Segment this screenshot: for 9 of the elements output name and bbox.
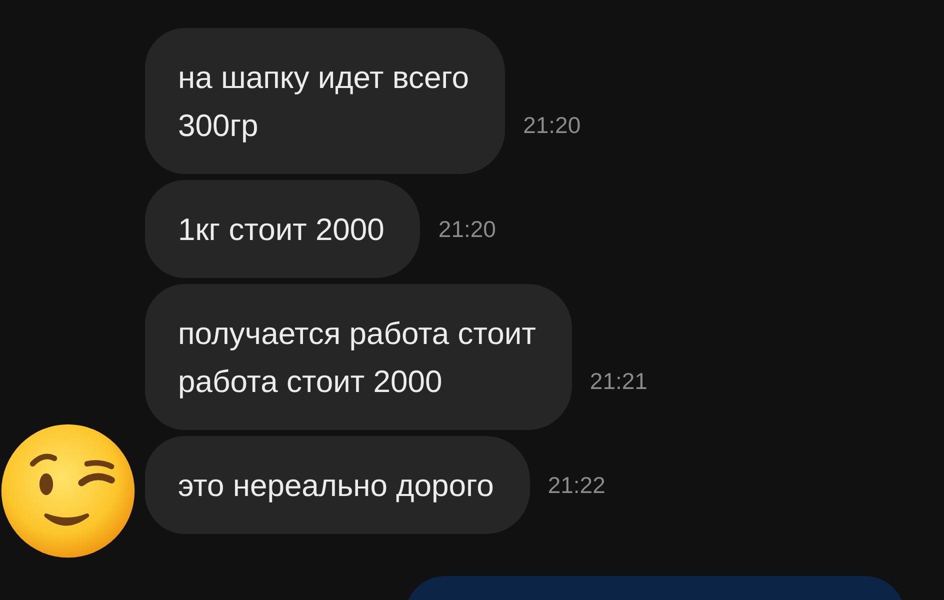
message-time: 21:22 [548,470,606,500]
message-bubble: на шапку идет всего 300гр [145,28,506,174]
winking-face-icon [0,423,136,559]
message-time: 21:21 [590,366,648,396]
message-time: 21:20 [523,110,581,140]
message-bubble: 1кг стоит 2000 [145,180,420,278]
message-time: 21:20 [438,214,496,244]
message-bubble: это нереально дорого [145,436,530,534]
message-bubble: получается работа стоит работа стоит 2000 [145,284,572,430]
